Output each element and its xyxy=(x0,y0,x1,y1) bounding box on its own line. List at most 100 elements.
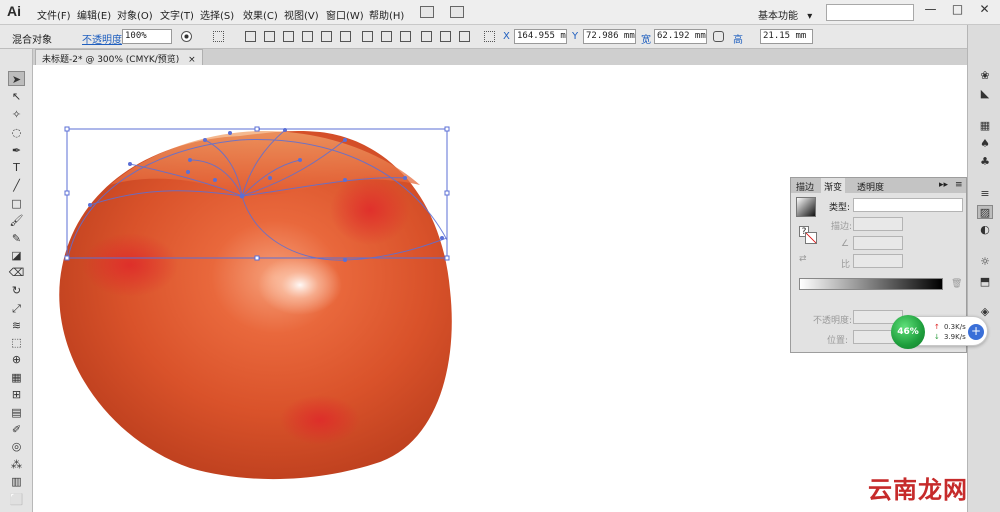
menu-effect[interactable]: 效果(C) xyxy=(243,7,278,22)
gradient-slider[interactable] xyxy=(799,278,943,290)
workspace-switcher[interactable]: 基本功能 ▾ xyxy=(758,7,812,22)
menu-file[interactable]: 文件(F) xyxy=(37,7,71,22)
align-right-icon[interactable] xyxy=(283,31,294,42)
eyedropper-tool-icon[interactable]: ✐ xyxy=(8,422,25,437)
lasso-tool-icon[interactable]: ◌ xyxy=(8,125,25,140)
menu-type[interactable]: 文字(T) xyxy=(160,7,194,22)
arrange-documents-icon[interactable] xyxy=(450,6,464,18)
rotate-tool-icon[interactable]: ↻ xyxy=(8,283,25,298)
direct-selection-tool-icon[interactable]: ↖ xyxy=(8,89,25,104)
column-graph-tool-icon[interactable]: ▥ xyxy=(8,474,25,489)
distribute-middle-icon[interactable] xyxy=(381,31,392,42)
close-button[interactable]: ✕ xyxy=(972,1,997,19)
type-tool-icon[interactable]: T xyxy=(8,160,25,175)
symbol-sprayer-tool-icon[interactable]: ⁂ xyxy=(8,457,25,472)
blend-tool-icon[interactable]: ◎ xyxy=(8,439,25,454)
height-input[interactable]: 21.15 mm xyxy=(760,29,813,44)
tab-stroke[interactable]: 描边 xyxy=(796,180,814,193)
color-icon[interactable]: ❀ xyxy=(977,69,993,83)
rectangle-tool-icon[interactable]: □ xyxy=(8,196,25,211)
appearance-icon[interactable]: ☼ xyxy=(977,255,993,269)
distribute-left-icon[interactable] xyxy=(421,31,432,42)
swatches-icon[interactable]: ▦ xyxy=(977,119,993,133)
gradient-tool-icon[interactable]: ▤ xyxy=(8,405,25,420)
maximize-button[interactable]: □ xyxy=(945,1,970,19)
panel-menu-icon[interactable]: ≡ xyxy=(955,180,963,190)
menu-object[interactable]: 对象(O) xyxy=(117,7,153,22)
red-spot-left xyxy=(82,233,178,297)
link-icon[interactable] xyxy=(713,31,724,42)
aspect-input[interactable] xyxy=(853,254,903,268)
x-label: X xyxy=(503,31,510,42)
distribute-top-icon[interactable] xyxy=(362,31,373,42)
color-guide-icon[interactable]: ◣ xyxy=(977,87,993,101)
distribute-bottom-icon[interactable] xyxy=(400,31,411,42)
align-left-icon[interactable] xyxy=(245,31,256,42)
y-input[interactable]: 72.986 mm xyxy=(583,29,636,44)
plus-icon[interactable]: + xyxy=(968,324,984,340)
align-middle-icon[interactable] xyxy=(321,31,332,42)
document-tab[interactable]: 未标题-2* @ 300% (CMYK/预览) × xyxy=(35,49,203,65)
minimize-button[interactable]: — xyxy=(918,1,943,19)
warp-tool-icon[interactable]: ≋ xyxy=(8,318,25,333)
magic-wand-tool-icon[interactable]: ✧ xyxy=(8,107,25,122)
red-spot-bottom xyxy=(280,395,360,445)
mesh-tool-icon[interactable]: ⊞ xyxy=(8,387,25,402)
shape-builder-tool-icon[interactable]: ⊕ xyxy=(8,352,25,367)
reverse-gradient-icon[interactable]: ⇄ xyxy=(799,254,807,264)
reference-point-icon[interactable] xyxy=(484,31,495,42)
free-transform-tool-icon[interactable]: ⬚ xyxy=(8,335,25,350)
close-icon[interactable]: × xyxy=(188,55,196,65)
blob-brush-tool-icon[interactable]: ◪ xyxy=(8,248,25,263)
trash-icon[interactable]: 🗑 xyxy=(951,279,962,289)
menu-window[interactable]: 窗口(W) xyxy=(326,7,364,22)
align-bottom-icon[interactable] xyxy=(340,31,351,42)
align-top-icon[interactable] xyxy=(302,31,313,42)
gradient-swatch[interactable] xyxy=(796,197,816,217)
width-input[interactable]: 62.192 mm xyxy=(654,29,707,44)
menu-edit[interactable]: 编辑(E) xyxy=(77,7,111,22)
pencil-tool-icon[interactable]: ✎ xyxy=(8,231,25,246)
menu-select[interactable]: 选择(S) xyxy=(200,7,234,22)
gradient-icon[interactable]: ▨ xyxy=(977,205,993,219)
panel-collapse-icon[interactable]: ▸▸ xyxy=(939,180,948,190)
menu-help[interactable]: 帮助(H) xyxy=(369,7,404,22)
network-speed-widget[interactable]: 46% ↑ 0.3K/s ↓ 3.9K/s + xyxy=(891,315,988,349)
stroke-options[interactable] xyxy=(853,217,903,231)
perspective-grid-tool-icon[interactable]: ▦ xyxy=(8,370,25,385)
tab-transparency[interactable]: 透明度 xyxy=(857,180,884,193)
distribute-center-icon[interactable] xyxy=(440,31,451,42)
align-center-icon[interactable] xyxy=(264,31,275,42)
menu-bar: Ai 文件(F) 编辑(E) 对象(O) 文字(T) 选择(S) 效果(C) 视… xyxy=(0,0,1000,25)
brushes-icon[interactable]: ♠ xyxy=(977,137,993,151)
distribute-right-icon[interactable] xyxy=(459,31,470,42)
eraser-tool-icon[interactable]: ⌫ xyxy=(8,265,25,280)
align-to-selection-icon[interactable] xyxy=(213,31,224,42)
stroke-icon[interactable]: ≡ xyxy=(977,187,993,201)
symbols-icon[interactable]: ♣ xyxy=(977,155,993,169)
paintbrush-tool-icon[interactable]: 🖌 xyxy=(8,213,25,228)
download-arrow-icon: ↓ xyxy=(934,333,940,341)
highlight xyxy=(258,255,342,315)
scale-tool-icon[interactable]: ⤢ xyxy=(8,301,25,316)
pen-tool-icon[interactable]: ✒ xyxy=(8,143,25,158)
bridge-icon[interactable] xyxy=(420,6,434,18)
type-select[interactable] xyxy=(853,198,963,212)
recolor-icon[interactable] xyxy=(181,31,192,42)
selection-tool-icon[interactable]: ➤ xyxy=(8,71,25,86)
transparency-icon[interactable]: ◐ xyxy=(977,223,993,237)
line-tool-icon[interactable]: ╱ xyxy=(8,178,25,193)
x-input[interactable]: 164.955 m xyxy=(514,29,567,44)
tab-gradient-label: 渐变 xyxy=(824,183,843,193)
search-input[interactable] xyxy=(826,4,914,21)
artboard-tool-icon[interactable]: ⬜ xyxy=(8,492,25,507)
graphic-styles-icon[interactable]: ⬒ xyxy=(977,275,993,289)
opacity-input[interactable]: 100% xyxy=(122,29,172,44)
opacity-link[interactable]: 不透明度 xyxy=(82,31,122,46)
tab-gradient[interactable]: 渐变 xyxy=(821,178,846,193)
menu-view[interactable]: 视图(V) xyxy=(284,7,319,22)
stroke-swatch-icon[interactable] xyxy=(805,232,817,244)
angle-input[interactable] xyxy=(853,236,903,250)
y-label: Y xyxy=(572,31,579,42)
control-bar: 混合对象 不透明度 100% X 164.955 m Y 72.986 mm 宽… xyxy=(0,25,1000,49)
